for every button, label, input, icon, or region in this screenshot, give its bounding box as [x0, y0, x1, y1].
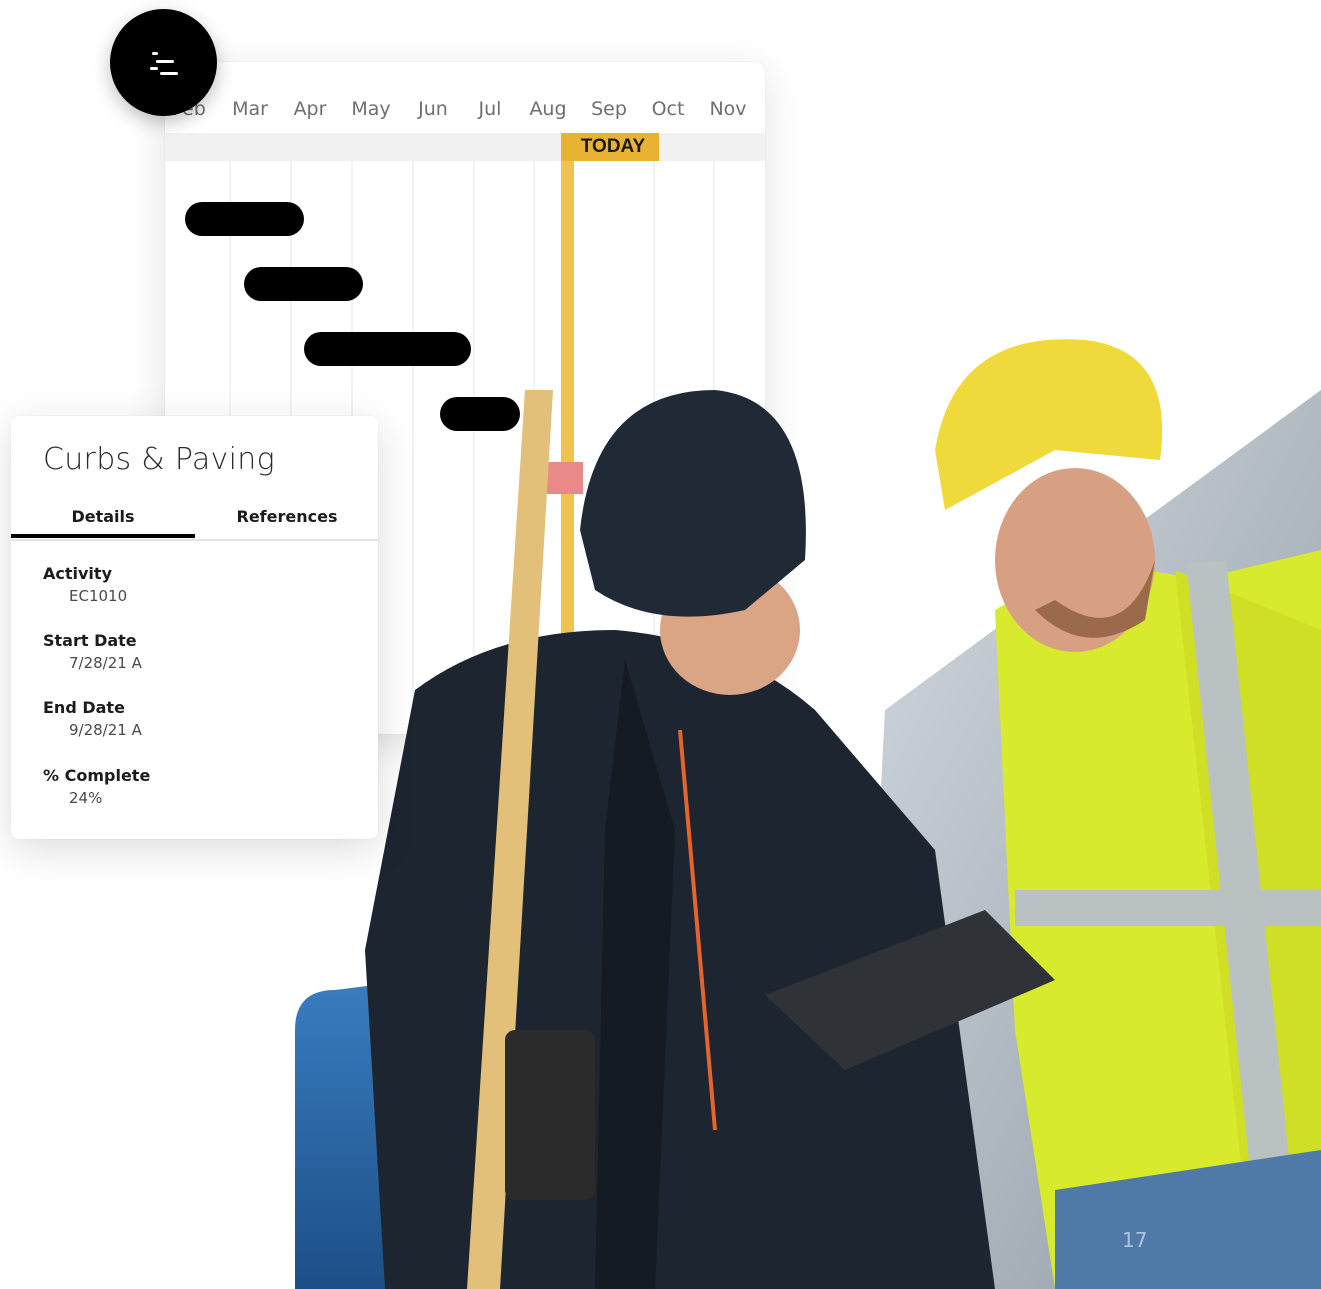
- field-value: 7/28/21 A: [69, 654, 142, 672]
- month-label: Sep: [591, 98, 627, 120]
- field-percent-complete: % Complete 24%: [43, 766, 150, 807]
- field-activity: Activity EC1010: [43, 564, 127, 605]
- field-value: EC1010: [69, 587, 128, 605]
- month-label: Apr: [293, 98, 327, 120]
- activity-details-card: Curbs & Paving Details References Activi…: [11, 416, 378, 839]
- month-label: Nov: [709, 98, 747, 120]
- field-end-date: End Date 9/28/21 A: [43, 698, 142, 739]
- month-label: Jul: [478, 98, 502, 120]
- gantt-header-band: [165, 133, 765, 161]
- tab-details[interactable]: Details: [11, 507, 195, 526]
- page-number: 17: [1122, 1228, 1148, 1252]
- field-label: % Complete: [43, 766, 151, 785]
- field-start-date: Start Date 7/28/21 A: [43, 631, 142, 672]
- gantt-menu-button[interactable]: [110, 9, 217, 116]
- field-value: 24%: [69, 789, 103, 807]
- construction-workers-photo: [295, 339, 1321, 1289]
- today-label: TODAY: [561, 133, 659, 161]
- month-label: Mar: [232, 98, 268, 120]
- month-label: Oct: [651, 98, 685, 120]
- field-label: Activity: [43, 564, 112, 583]
- gantt-menu-icon: [149, 51, 178, 75]
- field-label: Start Date: [43, 631, 137, 650]
- gantt-month-row: Feb Mar Apr May Jun Jul Aug Sep Oct Nov: [165, 98, 765, 128]
- field-label: End Date: [43, 698, 125, 717]
- tab-references[interactable]: References: [195, 507, 379, 526]
- month-label: Aug: [529, 98, 567, 120]
- gantt-bar[interactable]: [185, 202, 304, 236]
- active-tab-indicator: [11, 534, 195, 538]
- field-value: 9/28/21 A: [69, 721, 142, 739]
- tab-divider: [11, 539, 378, 541]
- month-label: May: [351, 98, 391, 120]
- month-label: Jun: [418, 98, 448, 120]
- activity-title: Curbs & Paving: [43, 442, 275, 477]
- gantt-bar[interactable]: [244, 267, 363, 301]
